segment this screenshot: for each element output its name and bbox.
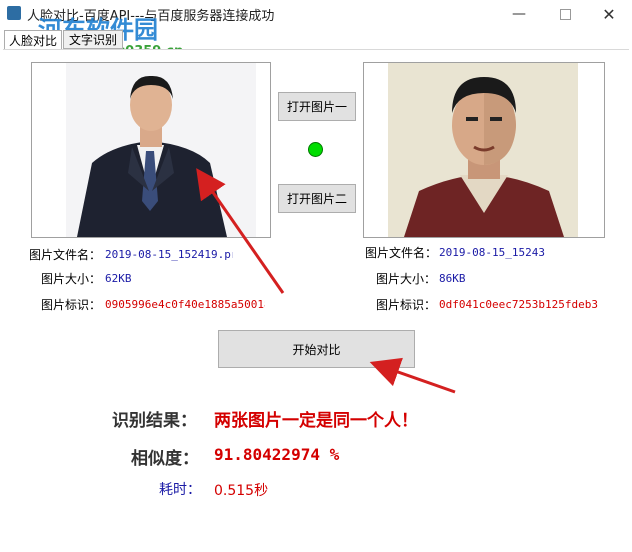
- annotation-arrows: [196, 168, 456, 394]
- arrow-to-compare-button: [369, 357, 456, 394]
- arrow-to-photo: [196, 168, 285, 294]
